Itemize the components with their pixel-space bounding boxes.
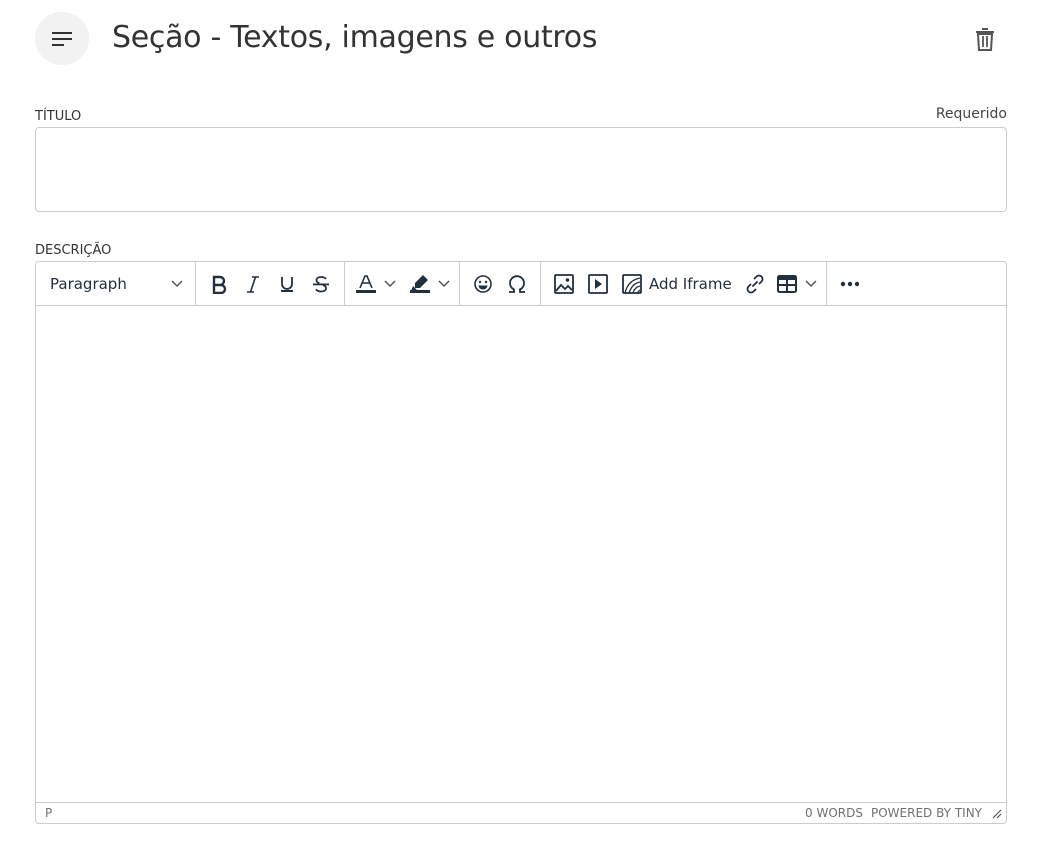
editor-statusbar: P 0 words Powered by Tiny (36, 802, 1006, 823)
required-label: Requerido (935, 106, 1007, 122)
text-color-split (351, 267, 399, 301)
chevron-down-icon (805, 279, 817, 287)
more-icon (840, 281, 859, 286)
branding-link[interactable]: Powered by Tiny (871, 806, 982, 820)
image-icon (554, 273, 574, 294)
more-button[interactable] (833, 267, 867, 301)
underline-icon (281, 276, 293, 292)
title-label: Título (35, 109, 82, 124)
table-dropdown[interactable] (802, 267, 820, 301)
title-input[interactable] (35, 127, 1007, 212)
bold-icon (212, 275, 227, 294)
italic-icon (247, 275, 259, 293)
toolbar-group-color (345, 262, 460, 305)
strikethrough-button[interactable] (304, 267, 338, 301)
status-right: 0 words Powered by Tiny (805, 806, 1002, 820)
toolbar-group-more (827, 262, 873, 305)
link-button[interactable] (738, 267, 772, 301)
block-format-select[interactable]: Paragraph (41, 267, 189, 301)
trash-icon (976, 28, 994, 51)
resize-icon (992, 809, 1002, 819)
strikethrough-icon (313, 275, 329, 292)
add-iframe-button[interactable]: Add Iframe (615, 267, 738, 301)
highlight-color-split (405, 267, 453, 301)
page-title: Seção - Textos, imagens e outros (112, 20, 598, 55)
description-label: Descrição (35, 243, 112, 258)
chevron-down-icon (171, 279, 183, 287)
highlight-color-icon (410, 274, 430, 293)
bold-button[interactable] (202, 267, 236, 301)
toolbar-group-insert-chars (460, 262, 541, 305)
media-icon (588, 273, 608, 294)
italic-button[interactable] (236, 267, 270, 301)
word-count[interactable]: 0 words (805, 806, 863, 820)
chevron-down-icon (438, 279, 450, 287)
element-path[interactable]: P (45, 806, 52, 820)
image-button[interactable] (547, 267, 581, 301)
toolbar-group-format: Paragraph (36, 262, 196, 305)
add-iframe-label: Add Iframe (649, 274, 732, 293)
section-header: Seção - Textos, imagens e outros (35, 12, 1007, 65)
chevron-down-icon (384, 279, 396, 287)
text-color-button[interactable] (351, 267, 381, 301)
underline-button[interactable] (270, 267, 304, 301)
editor-toolbar: Paragraph Add Iframe (36, 262, 1006, 306)
menu-icon (52, 31, 72, 46)
block-format-label: Paragraph (50, 274, 127, 293)
table-icon (776, 274, 797, 293)
highlight-color-button[interactable] (405, 267, 435, 301)
special-char-button[interactable] (500, 267, 534, 301)
highlight-color-dropdown[interactable] (435, 267, 453, 301)
text-color-dropdown[interactable] (381, 267, 399, 301)
resize-handle[interactable] (990, 807, 1002, 819)
editor-content-area[interactable] (36, 306, 1006, 803)
emoji-icon (474, 274, 492, 293)
special-char-icon (509, 274, 525, 293)
text-color-icon (356, 274, 376, 293)
media-button[interactable] (581, 267, 615, 301)
table-button[interactable] (772, 267, 802, 301)
toolbar-group-media: Add Iframe (541, 262, 827, 305)
menu-button[interactable] (35, 12, 89, 65)
iframe-icon (622, 273, 642, 294)
toolbar-group-style (196, 262, 345, 305)
emoji-button[interactable] (466, 267, 500, 301)
link-icon (746, 274, 764, 293)
rich-text-editor: Paragraph Add Iframe P 0 WORDS POWERED B… (35, 261, 1007, 824)
delete-button[interactable] (971, 24, 999, 54)
table-split (772, 267, 820, 301)
